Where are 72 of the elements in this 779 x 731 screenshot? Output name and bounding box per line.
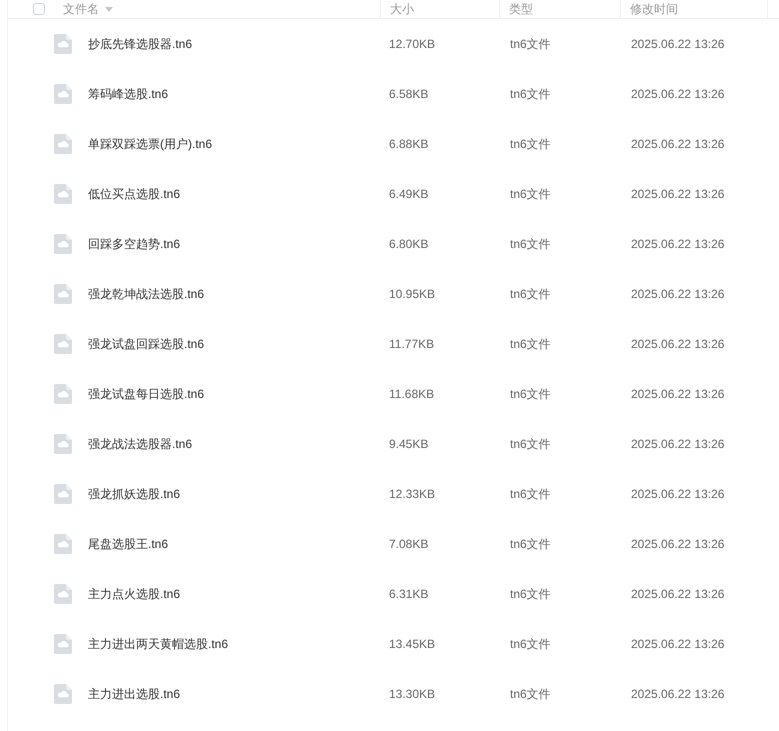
file-type: tn6文件 — [510, 486, 551, 502]
file-size: 6.31KB — [389, 586, 428, 602]
modified-time: 2025.06.22 13:26 — [631, 286, 724, 302]
file-icon — [54, 634, 72, 654]
file-name[interactable]: 尾盘选股王.tn6 — [88, 536, 168, 552]
file-icon — [54, 434, 72, 454]
file-size: 11.68KB — [389, 386, 434, 402]
file-name[interactable]: 强龙抓妖选股.tn6 — [88, 486, 180, 502]
file-type: tn6文件 — [510, 136, 551, 152]
modified-time: 2025.06.22 13:26 — [631, 386, 724, 402]
file-type: tn6文件 — [510, 236, 551, 252]
file-name[interactable]: 强龙试盘回踩选股.tn6 — [88, 336, 204, 352]
modified-time: 2025.06.22 13:26 — [631, 436, 724, 452]
file-name[interactable]: 强龙战法选股器.tn6 — [88, 436, 192, 452]
file-type: tn6文件 — [510, 636, 551, 652]
sort-caret-icon[interactable] — [105, 6, 113, 12]
file-type: tn6文件 — [510, 36, 551, 52]
file-type: tn6文件 — [510, 86, 551, 102]
file-name[interactable]: 抄底先锋选股器.tn6 — [88, 36, 192, 52]
file-name[interactable]: 单踩双踩选票(用户).tn6 — [88, 136, 212, 152]
file-type: tn6文件 — [510, 536, 551, 552]
file-size: 6.49KB — [389, 186, 428, 202]
file-size: 7.08KB — [389, 536, 428, 552]
file-name[interactable]: 筹码峰选股.tn6 — [88, 86, 168, 102]
file-name[interactable]: 主力点火选股.tn6 — [88, 586, 180, 602]
file-icon — [54, 384, 72, 404]
file-type: tn6文件 — [510, 186, 551, 202]
file-icon — [54, 334, 72, 354]
modified-time: 2025.06.22 13:26 — [631, 486, 724, 502]
modified-time: 2025.06.22 13:26 — [631, 186, 724, 202]
modified-time: 2025.06.22 13:26 — [631, 336, 724, 352]
file-icon — [54, 484, 72, 504]
file-type: tn6文件 — [510, 436, 551, 452]
modified-time: 2025.06.22 13:26 — [631, 536, 724, 552]
file-icon — [54, 184, 72, 204]
file-size: 6.88KB — [389, 136, 428, 152]
select-all-checkbox[interactable] — [33, 3, 45, 15]
file-name[interactable]: 强龙试盘每日选股.tn6 — [88, 386, 204, 402]
file-icon — [54, 34, 72, 54]
file-icon — [54, 534, 72, 554]
file-size: 6.58KB — [389, 86, 428, 102]
file-size: 13.45KB — [389, 636, 436, 652]
file-icon — [54, 684, 72, 704]
file-name[interactable]: 低位买点选股.tn6 — [88, 186, 180, 202]
modified-time: 2025.06.22 13:26 — [631, 636, 724, 652]
file-size: 9.45KB — [389, 436, 428, 452]
file-type: tn6文件 — [510, 686, 551, 702]
modified-time: 2025.06.22 13:26 — [631, 86, 724, 102]
file-size: 12.33KB — [389, 486, 436, 502]
modified-time: 2025.06.22 13:26 — [631, 136, 724, 152]
file-name[interactable]: 主力进出选股.tn6 — [88, 686, 180, 702]
file-icon — [54, 234, 72, 254]
file-type: tn6文件 — [510, 386, 551, 402]
file-size: 10.95KB — [389, 286, 436, 302]
file-name[interactable]: 回踩多空趋势.tn6 — [88, 236, 180, 252]
file-type: tn6文件 — [510, 586, 551, 602]
file-icon — [54, 134, 72, 154]
file-size: 6.80KB — [389, 236, 428, 252]
file-type: tn6文件 — [510, 286, 551, 302]
file-size: 13.30KB — [389, 686, 436, 702]
file-icon — [54, 584, 72, 604]
file-size: 12.70KB — [389, 36, 436, 52]
file-size: 11.77KB — [389, 336, 434, 352]
file-type: tn6文件 — [510, 336, 551, 352]
modified-time: 2025.06.22 13:26 — [631, 686, 724, 702]
file-icon — [54, 284, 72, 304]
file-name[interactable]: 强龙乾坤战法选股.tn6 — [88, 286, 204, 302]
modified-time: 2025.06.22 13:26 — [631, 586, 724, 602]
modified-time: 2025.06.22 13:26 — [631, 236, 724, 252]
file-icon — [54, 84, 72, 104]
modified-time: 2025.06.22 13:26 — [631, 36, 724, 52]
file-name[interactable]: 主力进出两天黄帽选股.tn6 — [88, 636, 228, 652]
